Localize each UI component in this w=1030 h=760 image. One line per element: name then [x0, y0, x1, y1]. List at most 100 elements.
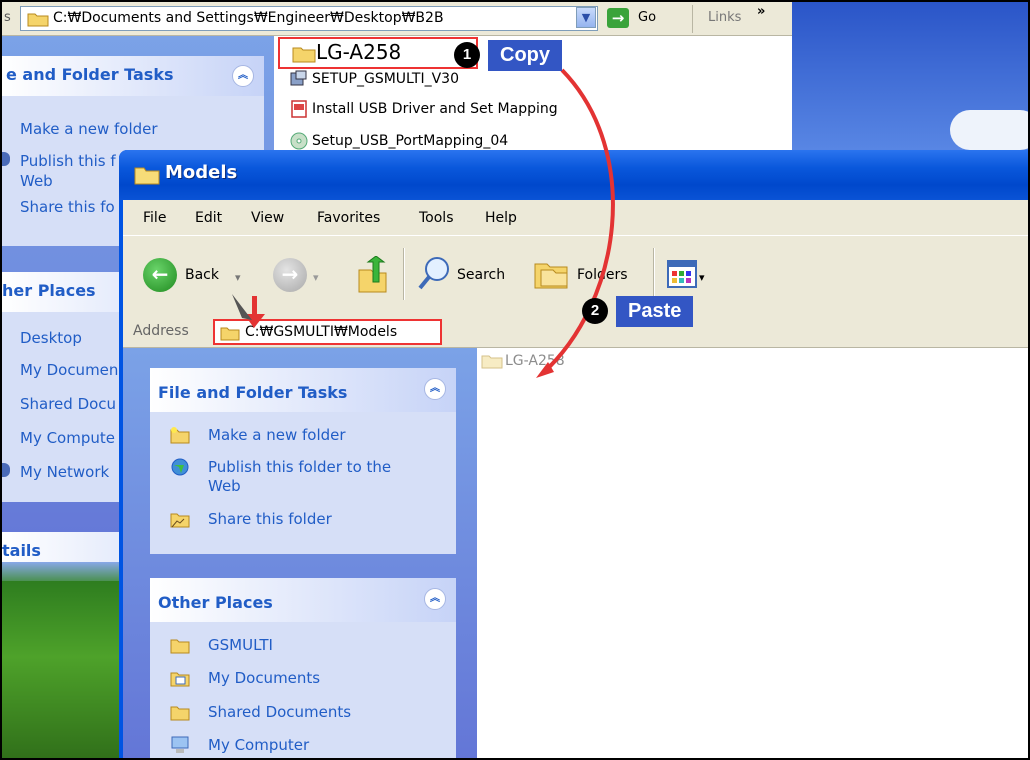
back-task-publish[interactable]: Publish this f [20, 152, 116, 170]
title-bar[interactable]: Models [119, 150, 1028, 200]
place-label: My Computer [208, 736, 310, 754]
file-name: LG-A258 [505, 353, 565, 369]
back-place-my-documents[interactable]: My Documen [20, 361, 118, 379]
address-label: Address [133, 323, 189, 339]
menu-favorites[interactable]: Favorites [317, 210, 380, 226]
views-icon[interactable] [667, 260, 697, 288]
links-chevron-icon[interactable]: » [757, 4, 765, 19]
file-item[interactable]: Setup_USB_PortMapping_04 [290, 132, 508, 150]
back-place-desktop[interactable]: Desktop [20, 329, 82, 347]
window-title: Models [165, 162, 238, 183]
file-name: LG-A258 [316, 40, 402, 64]
back-place-my-computer[interactable]: My Compute [20, 429, 115, 447]
menu-help[interactable]: Help [485, 210, 517, 226]
forward-arrow-icon[interactable]: → [273, 258, 307, 292]
toolbar: ← Back ▾ → ▾ Search Folders ▾ [123, 236, 1028, 316]
menu-tools[interactable]: Tools [419, 210, 454, 226]
back-address-path: C:₩Documents and Settings₩Engineer₩Deskt… [53, 10, 444, 26]
address-field[interactable]: C:₩GSMULTI₩Models [213, 319, 442, 345]
network-icon [2, 463, 10, 477]
go-arrow-icon[interactable]: → [607, 8, 629, 28]
desktop-cloud [950, 110, 1028, 150]
back-arrow-icon[interactable]: ← [143, 258, 177, 292]
back-button[interactable]: Back [185, 267, 219, 283]
menu-file[interactable]: File [143, 210, 166, 226]
place-label: GSMULTI [208, 636, 273, 654]
place-label: My Documents [208, 669, 321, 687]
back-address-field[interactable]: C:₩Documents and Settings₩Engineer₩Deskt… [20, 6, 598, 31]
views-dropdown-icon[interactable]: ▾ [699, 271, 705, 284]
other-places-title: Other Places [158, 593, 273, 612]
go-button[interactable]: Go [638, 10, 656, 25]
folder-icon [292, 47, 316, 62]
chevron-down-icon[interactable]: ▼ [576, 7, 596, 28]
folder-icon [220, 327, 240, 341]
links-button[interactable]: Links [708, 10, 741, 25]
file-view: LG-A258 [477, 348, 1028, 758]
file-tasks-header[interactable]: File and Folder Tasks ︽ [150, 368, 456, 412]
back-task-publish-web[interactable]: Web [20, 172, 53, 190]
address-path: C:₩GSMULTI₩Models [245, 324, 398, 340]
back-task-new-folder[interactable]: Make a new folder [20, 120, 158, 138]
place-shared-documents[interactable]: Shared Documents [170, 703, 351, 721]
menu-edit[interactable]: Edit [195, 210, 222, 226]
back-task-share[interactable]: Share this fo [20, 198, 115, 216]
step-1-badge: 1 [454, 42, 480, 68]
document-icon [291, 100, 307, 118]
back-address-lead: s [4, 10, 11, 25]
step-2-badge: 2 [582, 298, 608, 324]
publish-icon [2, 152, 10, 166]
folders-icon[interactable] [533, 258, 569, 290]
share-folder-icon [170, 513, 190, 528]
folder-icon [27, 13, 49, 27]
copy-callout: Copy [488, 40, 562, 71]
address-bar: Address C:₩GSMULTI₩Models [123, 316, 1028, 348]
task-publish-folder[interactable]: Publish this folder to the Web [170, 458, 410, 496]
collapse-icon[interactable]: ︽ [424, 378, 446, 400]
menu-bar: File Edit View Favorites Tools Help [123, 200, 1028, 236]
back-place-shared-documents[interactable]: Shared Docu [20, 395, 116, 413]
task-share-folder[interactable]: Share this folder [170, 510, 332, 529]
my-computer-icon [171, 736, 189, 753]
back-other-places-title: her Places [2, 281, 96, 300]
file-name: Setup_USB_PortMapping_04 [312, 133, 509, 149]
forward-dropdown-icon[interactable]: ▾ [313, 271, 319, 284]
desktop-grass [2, 581, 127, 758]
file-item-lg-a258-source[interactable]: LG-A258 [292, 40, 401, 64]
file-tasks-title: File and Folder Tasks [158, 383, 348, 402]
place-my-computer[interactable]: My Computer [170, 736, 309, 754]
place-label: Shared Documents [208, 703, 352, 721]
collapse-icon[interactable]: ︽ [232, 65, 254, 87]
models-window: Models File Edit View Favorites Tools He… [119, 150, 1028, 758]
other-places-header[interactable]: Other Places ︽ [150, 578, 456, 622]
folder-icon [170, 639, 190, 654]
search-icon[interactable] [417, 256, 451, 292]
screenshot-frame: s C:₩Documents and Settings₩Engineer₩Des… [0, 0, 1030, 760]
place-gsmulti[interactable]: GSMULTI [170, 636, 273, 654]
publish-web-icon [171, 458, 189, 476]
file-name: Install USB Driver and Set Mapping [312, 101, 558, 117]
file-item[interactable]: SETUP_GSMULTI_V30 [290, 70, 459, 88]
divider [653, 248, 654, 300]
up-folder-icon[interactable] [355, 256, 389, 294]
my-documents-icon [170, 672, 190, 687]
folder-icon [481, 355, 503, 369]
back-details-title: tails [2, 541, 41, 560]
back-file-tasks-header[interactable]: e and Folder Tasks ︽ [2, 56, 264, 96]
back-dropdown-icon[interactable]: ▾ [235, 271, 241, 284]
task-label: Publish this folder to the Web [208, 458, 392, 495]
task-label: Share this folder [208, 510, 332, 528]
back-place-my-network[interactable]: My Network [20, 463, 109, 481]
file-item[interactable]: Install USB Driver and Set Mapping [290, 100, 558, 118]
task-make-new-folder[interactable]: Make a new folder [170, 426, 346, 445]
file-tasks-panel: File and Folder Tasks ︽ Make a new folde… [150, 368, 456, 554]
cd-icon [290, 132, 308, 150]
file-item-lg-a258-pasted[interactable]: LG-A258 [481, 353, 565, 369]
menu-view[interactable]: View [251, 210, 284, 226]
place-my-documents[interactable]: My Documents [170, 669, 320, 687]
back-file-tasks-title: e and Folder Tasks [6, 65, 174, 84]
folders-button[interactable]: Folders [577, 267, 628, 283]
collapse-icon[interactable]: ︽ [424, 588, 446, 610]
divider [403, 248, 404, 300]
search-button[interactable]: Search [457, 267, 505, 283]
